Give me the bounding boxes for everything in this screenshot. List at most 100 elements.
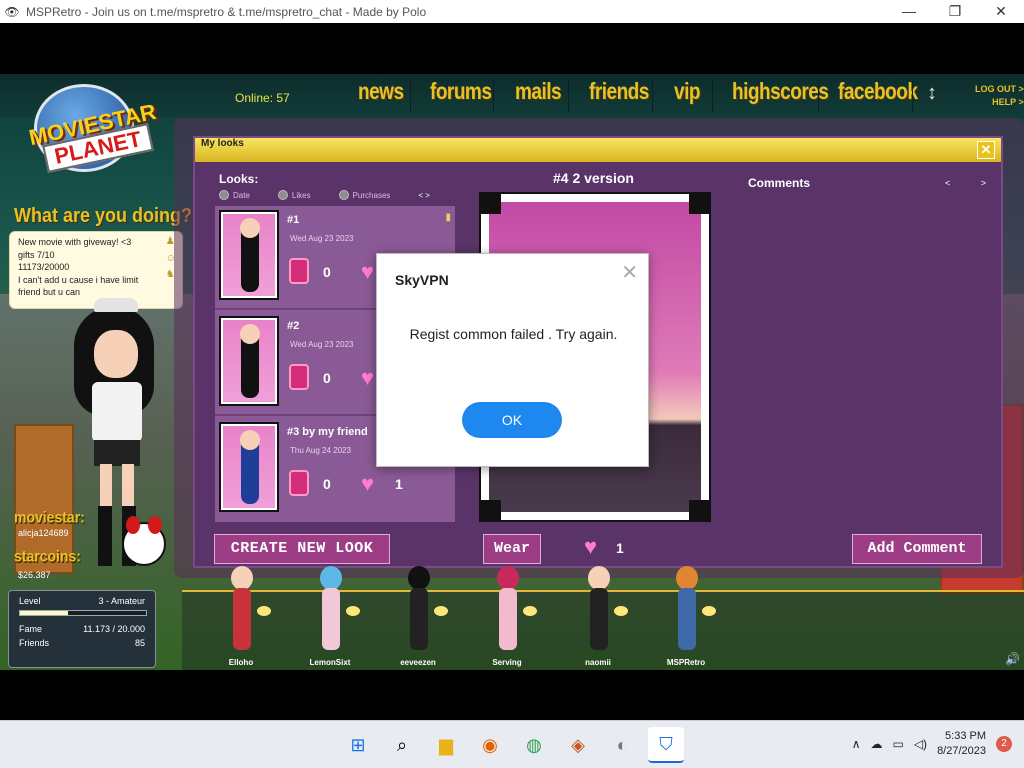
close-icon[interactable]: ✕ <box>977 141 995 159</box>
sort-date[interactable]: Date <box>219 190 250 200</box>
modal-message: Regist common failed . Try again. <box>409 326 618 342</box>
nav-mails[interactable]: mails <box>515 80 562 106</box>
status-line: 11173/20000 <box>18 262 70 272</box>
buddy-avatar[interactable]: naomii <box>568 566 628 670</box>
chat-icon[interactable] <box>346 606 360 616</box>
sort-purchases[interactable]: Purchases <box>338 190 391 200</box>
chat-icon[interactable] <box>257 606 271 616</box>
friends-label: Friends <box>19 638 50 648</box>
paint-icon[interactable]: ◈ <box>560 727 596 763</box>
buddy-body <box>499 588 517 650</box>
shopping-bag-icon <box>289 364 309 390</box>
thumb-head <box>240 324 260 344</box>
avatar-shorts <box>94 440 140 466</box>
sort-date-label: Date <box>233 190 250 200</box>
nav-friends[interactable]: friends <box>589 80 649 106</box>
level-box: Level 3 - Amateur Fame 11.173 / 20.000 F… <box>8 590 156 668</box>
pet-dog[interactable] <box>122 516 166 566</box>
file-explorer-icon[interactable]: ▆ <box>428 727 464 763</box>
minimize-button[interactable]: — <box>886 0 932 23</box>
heart-icon: ♥ <box>361 365 375 390</box>
frame-corner <box>481 500 501 520</box>
trash-icon[interactable]: ▮ <box>445 212 451 223</box>
chrome-icon[interactable]: ◍ <box>516 727 552 763</box>
create-new-look-button[interactable]: CREATE NEW LOOK <box>214 534 390 564</box>
chevron-up-icon[interactable]: ∧ <box>852 737 861 751</box>
skyvpn-error-modal: SkyVPN ✕ Regist common failed . Try agai… <box>376 253 649 467</box>
looks-page-arrows[interactable]: < > <box>418 191 430 200</box>
thumb-head <box>240 218 260 238</box>
chat-icon[interactable] <box>523 606 537 616</box>
nav-separator <box>568 80 569 112</box>
chat-icon[interactable] <box>434 606 448 616</box>
buddy-body <box>678 588 696 650</box>
status-line: New movie with giveway! <3 <box>18 237 132 247</box>
purchase-count: 0 <box>323 476 331 492</box>
buddy-head <box>676 566 698 590</box>
ok-button[interactable]: OK <box>462 402 562 438</box>
updown-arrow-icon[interactable]: ↕ <box>927 82 937 105</box>
fame-value: 11.173 / 20.000 <box>83 624 145 634</box>
frame-corner <box>689 500 709 520</box>
starcoins-value: $26.387 <box>18 570 51 580</box>
nav-separator <box>712 80 713 112</box>
system-tray: ∧ ☁ ▭ ◁) 5:33 PM 8/27/2023 2 <box>852 729 1012 759</box>
wear-button[interactable]: Wear <box>483 534 541 564</box>
buddy-avatar[interactable]: eeveezen <box>388 566 448 670</box>
nav-vip[interactable]: vip <box>674 80 700 106</box>
logout-link[interactable]: LOG OUT > <box>975 83 1024 96</box>
nav-news[interactable]: news <box>358 80 404 106</box>
radio-icon[interactable] <box>277 190 288 200</box>
close-icon[interactable]: ✕ <box>621 260 638 285</box>
look-thumbnail <box>219 316 279 406</box>
comments-page-arrows[interactable]: < > <box>945 178 1000 188</box>
volume-icon[interactable]: ◁) <box>914 737 927 751</box>
shopping-bag-icon <box>289 258 309 284</box>
buddy-avatar[interactable]: LemonSixt <box>300 566 360 670</box>
speaker-icon[interactable]: 🔊 <box>1005 652 1020 666</box>
level-progress-bar <box>19 610 147 616</box>
starcoins-label: starcoins: <box>14 546 81 566</box>
buddy-avatar[interactable]: Serving <box>477 566 537 670</box>
game-icon[interactable]: ◐ <box>604 727 640 763</box>
nav-forums[interactable]: forums <box>430 80 492 106</box>
heart-icon[interactable]: ♥ <box>584 536 597 558</box>
add-comment-button[interactable]: Add Comment <box>852 534 982 564</box>
search-icon[interactable]: ⌕ <box>384 727 420 763</box>
restore-button[interactable]: ❐ <box>932 0 978 23</box>
nav-separator <box>912 80 913 112</box>
radio-icon[interactable] <box>219 190 229 200</box>
help-link[interactable]: HELP > <box>975 96 1024 109</box>
like-count: 1 <box>395 476 403 492</box>
chat-icon[interactable] <box>702 606 716 616</box>
account-links: LOG OUT > HELP > <box>975 83 1024 109</box>
buddy-avatar[interactable]: Elloho <box>211 566 271 670</box>
buddy-head <box>320 566 342 590</box>
moviestar-planet-logo[interactable]: MOVIESTAR PLANET <box>14 84 158 174</box>
nav-highscores[interactable]: highscores <box>732 80 829 106</box>
eye-icon: 👁 <box>4 4 20 19</box>
heart-icon: ♥ <box>361 471 375 496</box>
clock[interactable]: 5:33 PM 8/27/2023 <box>937 729 986 759</box>
radio-icon[interactable] <box>338 190 349 200</box>
look-date: Wed Aug 23 2023 <box>290 340 354 349</box>
username: alicja124689 <box>18 528 69 538</box>
cloud-icon[interactable]: ☁ <box>870 737 882 751</box>
notification-badge[interactable]: 2 <box>996 736 1012 752</box>
chat-icon[interactable] <box>614 606 628 616</box>
buddy-avatar[interactable]: MSPRetro <box>656 566 716 670</box>
firefox-icon[interactable]: ◉ <box>472 727 508 763</box>
windows-start-icon[interactable]: ⊞ <box>340 727 376 763</box>
buddy-name: MSPRetro <box>666 658 706 667</box>
sort-options: Date Likes Purchases < > <box>219 190 436 200</box>
close-button[interactable]: ✕ <box>978 0 1024 23</box>
sort-likes[interactable]: Likes <box>277 190 311 200</box>
shopping-bag-icon <box>289 470 309 496</box>
look-date: Wed Aug 23 2023 <box>290 234 354 243</box>
network-icon[interactable]: ▭ <box>892 737 903 751</box>
sort-purchases-label: Purchases <box>352 190 391 200</box>
nav-facebook[interactable]: facebook <box>838 80 918 106</box>
skyvpn-icon[interactable]: ⛉ <box>648 727 684 763</box>
purchase-count: 0 <box>323 370 331 386</box>
buddy-name: LemonSixt <box>309 658 351 667</box>
